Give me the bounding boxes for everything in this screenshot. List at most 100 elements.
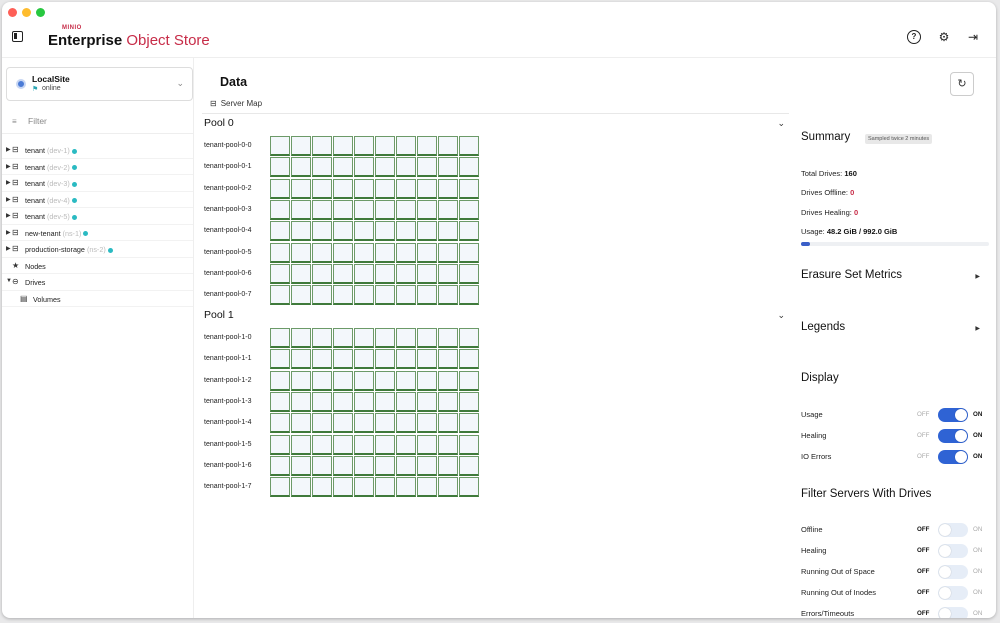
drive-cell[interactable] — [333, 263, 353, 284]
drive-cell[interactable] — [375, 370, 395, 391]
tree-item-tenant[interactable]: ▶ ⊟ tenant (dev-1) — [2, 142, 193, 159]
toggle-switch[interactable] — [938, 544, 968, 558]
drive-cell[interactable] — [417, 221, 437, 242]
drive-cell[interactable] — [354, 221, 374, 242]
toggle-switch[interactable] — [938, 523, 968, 537]
drive-cell[interactable] — [333, 199, 353, 220]
drive-cell[interactable] — [375, 263, 395, 284]
sidebar-toggle-icon[interactable] — [12, 31, 23, 42]
drive-cell[interactable] — [270, 157, 290, 178]
drive-cell[interactable] — [291, 178, 311, 199]
drive-cell[interactable] — [270, 413, 290, 434]
toggle-switch[interactable] — [938, 450, 968, 464]
drive-cell[interactable] — [312, 242, 332, 263]
drive-cell[interactable] — [438, 157, 458, 178]
drive-cell[interactable] — [333, 413, 353, 434]
drive-cell[interactable] — [354, 413, 374, 434]
drive-cell[interactable] — [417, 136, 437, 156]
site-selector[interactable]: LocalSite ⚑ online ⌄ — [6, 67, 193, 101]
drive-cell[interactable] — [270, 349, 290, 370]
drive-cell[interactable] — [396, 349, 416, 370]
drive-cell[interactable] — [459, 199, 479, 220]
drive-cell[interactable] — [396, 221, 416, 242]
erasure-set-metrics-toggle[interactable]: Erasure Set Metrics — [801, 269, 902, 281]
drive-cell[interactable] — [417, 199, 437, 220]
drive-cell[interactable] — [312, 477, 332, 498]
drive-cell[interactable] — [375, 221, 395, 242]
drive-cell[interactable] — [270, 136, 290, 156]
drive-cell[interactable] — [396, 157, 416, 178]
drive-cell[interactable] — [459, 349, 479, 370]
drive-cell[interactable] — [291, 328, 311, 348]
drive-cell[interactable] — [270, 477, 290, 498]
drive-cell[interactable] — [291, 285, 311, 306]
caret-right-icon[interactable]: ▶ — [6, 146, 11, 153]
drive-cell[interactable] — [270, 370, 290, 391]
drive-cell[interactable] — [375, 434, 395, 455]
minimize-window-button[interactable] — [22, 8, 31, 17]
drive-cell[interactable] — [312, 263, 332, 284]
drive-cell[interactable] — [354, 263, 374, 284]
drive-cell[interactable] — [438, 434, 458, 455]
drive-cell[interactable] — [459, 328, 479, 348]
chevron-down-icon[interactable]: ⌄ — [777, 310, 785, 321]
caret-right-icon[interactable]: ▶ — [975, 273, 980, 280]
drive-cell[interactable] — [375, 391, 395, 412]
drive-cell[interactable] — [438, 370, 458, 391]
drive-cell[interactable] — [396, 136, 416, 156]
drive-cell[interactable] — [312, 285, 332, 306]
drive-cell[interactable] — [291, 221, 311, 242]
drive-cell[interactable] — [270, 434, 290, 455]
drive-cell[interactable] — [396, 199, 416, 220]
drive-cell[interactable] — [417, 263, 437, 284]
drive-cell[interactable] — [417, 285, 437, 306]
drive-cell[interactable] — [333, 370, 353, 391]
drive-cell[interactable] — [333, 477, 353, 498]
drive-cell[interactable] — [375, 178, 395, 199]
drive-cell[interactable] — [375, 455, 395, 476]
drive-cell[interactable] — [438, 455, 458, 476]
drive-cell[interactable] — [396, 328, 416, 348]
tree-item-tenant[interactable]: ▶ ⊟ tenant (dev-5) — [2, 208, 193, 225]
drive-cell[interactable] — [333, 285, 353, 306]
drive-cell[interactable] — [354, 477, 374, 498]
drive-cell[interactable] — [291, 199, 311, 220]
drive-cell[interactable] — [312, 157, 332, 178]
drive-cell[interactable] — [459, 263, 479, 284]
drive-cell[interactable] — [417, 434, 437, 455]
drive-cell[interactable] — [396, 455, 416, 476]
drive-cell[interactable] — [270, 199, 290, 220]
caret-right-icon[interactable]: ▶ — [6, 179, 11, 186]
drive-cell[interactable] — [354, 455, 374, 476]
drive-cell[interactable] — [312, 199, 332, 220]
drive-cell[interactable] — [312, 349, 332, 370]
drive-cell[interactable] — [333, 349, 353, 370]
legends-toggle[interactable]: Legends — [801, 321, 845, 333]
drive-cell[interactable] — [417, 328, 437, 348]
tree-item-nodes[interactable]: ★ Nodes — [2, 258, 193, 274]
drive-cell[interactable] — [459, 178, 479, 199]
drive-cell[interactable] — [438, 136, 458, 156]
drive-cell[interactable] — [375, 413, 395, 434]
drive-cell[interactable] — [354, 285, 374, 306]
drive-cell[interactable] — [438, 413, 458, 434]
drive-cell[interactable] — [291, 413, 311, 434]
drive-cell[interactable] — [291, 477, 311, 498]
tree-item-volumes[interactable]: ▤ Volumes — [2, 291, 193, 307]
drive-cell[interactable] — [312, 221, 332, 242]
drive-cell[interactable] — [438, 391, 458, 412]
drive-cell[interactable] — [396, 178, 416, 199]
drive-cell[interactable] — [375, 349, 395, 370]
drive-cell[interactable] — [417, 455, 437, 476]
drive-cell[interactable] — [396, 370, 416, 391]
drive-cell[interactable] — [438, 349, 458, 370]
drive-cell[interactable] — [417, 349, 437, 370]
drive-cell[interactable] — [354, 136, 374, 156]
drive-cell[interactable] — [396, 263, 416, 284]
drive-cell[interactable] — [333, 242, 353, 263]
drive-cell[interactable] — [375, 199, 395, 220]
refresh-button[interactable]: ↻ — [950, 72, 974, 96]
drive-cell[interactable] — [333, 434, 353, 455]
tree-item-tenant[interactable]: ▶ ⊟ tenant (dev-3) — [2, 175, 193, 192]
drive-cell[interactable] — [396, 285, 416, 306]
